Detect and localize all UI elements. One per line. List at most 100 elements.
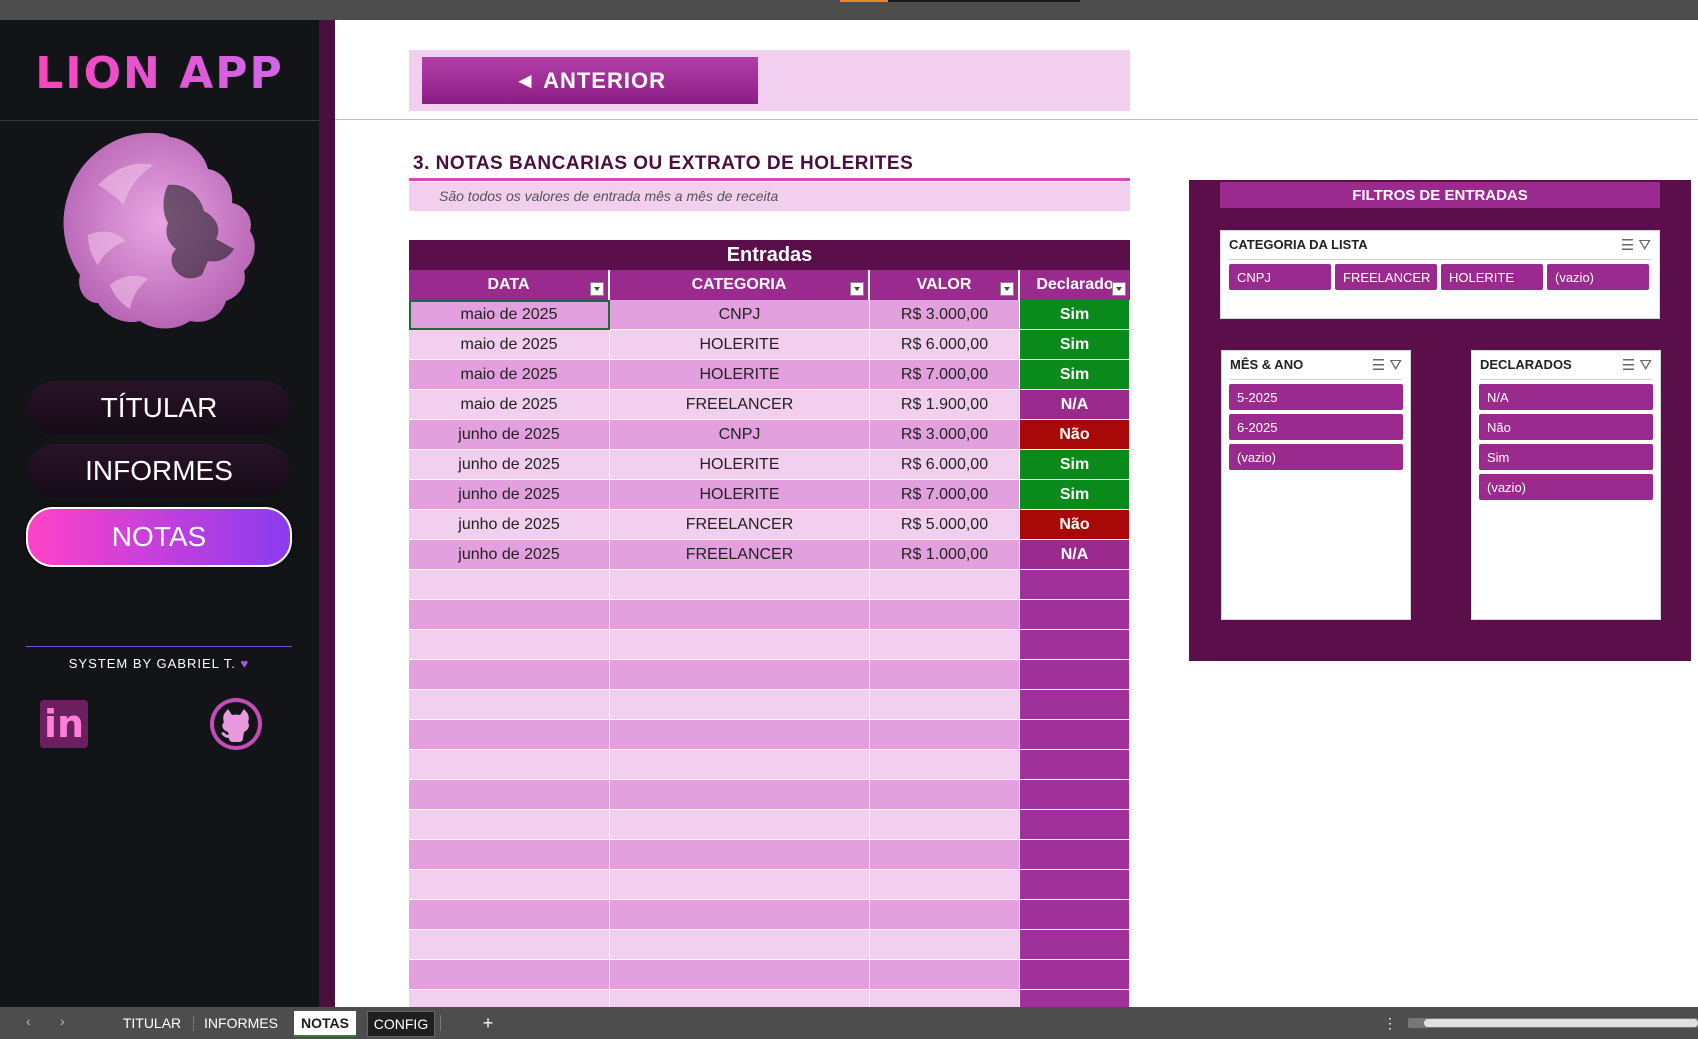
cell-valor[interactable]: R$ 7.000,00 bbox=[870, 480, 1020, 510]
cell-data[interactable] bbox=[409, 900, 610, 930]
cell-data[interactable]: junho de 2025 bbox=[409, 420, 610, 450]
multi-select-icon[interactable]: ☰ bbox=[1622, 357, 1635, 374]
slicer-item[interactable]: Sim bbox=[1479, 444, 1653, 470]
multi-select-icon[interactable]: ☰ bbox=[1372, 357, 1385, 374]
cell-valor[interactable] bbox=[870, 840, 1020, 870]
cell-categoria[interactable] bbox=[610, 720, 870, 750]
cell-declarado[interactable]: Sim bbox=[1020, 360, 1130, 390]
cell-declarado[interactable]: N/A bbox=[1020, 390, 1130, 420]
filter-dropdown-icon[interactable] bbox=[1112, 282, 1126, 296]
cell-categoria[interactable] bbox=[610, 750, 870, 780]
cell-data[interactable] bbox=[409, 720, 610, 750]
cell-data[interactable] bbox=[409, 840, 610, 870]
cell-declarado[interactable] bbox=[1020, 780, 1130, 810]
add-sheet-button[interactable]: + bbox=[478, 1011, 498, 1035]
cell-categoria[interactable] bbox=[610, 570, 870, 600]
tab-prev-arrow[interactable]: ‹ bbox=[26, 1013, 31, 1029]
cell-data[interactable]: maio de 2025 bbox=[409, 360, 610, 390]
cell-categoria[interactable] bbox=[610, 780, 870, 810]
slicer-item[interactable]: (vazio) bbox=[1229, 444, 1403, 470]
cell-categoria[interactable] bbox=[610, 810, 870, 840]
cell-declarado[interactable]: Sim bbox=[1020, 450, 1130, 480]
scrollbar-thumb[interactable] bbox=[1424, 1019, 1698, 1027]
cell-valor[interactable]: R$ 1.900,00 bbox=[870, 390, 1020, 420]
column-header-declarado[interactable]: Declarado bbox=[1020, 270, 1130, 300]
slicer-item[interactable]: FREELANCER bbox=[1335, 264, 1437, 290]
cell-declarado[interactable] bbox=[1020, 630, 1130, 660]
cell-data[interactable] bbox=[409, 960, 610, 990]
cell-data[interactable]: maio de 2025 bbox=[409, 330, 610, 360]
cell-categoria[interactable]: CNPJ bbox=[610, 300, 870, 330]
cell-valor[interactable] bbox=[870, 930, 1020, 960]
cell-valor[interactable] bbox=[870, 900, 1020, 930]
slicer-item[interactable]: Não bbox=[1479, 414, 1653, 440]
cell-declarado[interactable] bbox=[1020, 750, 1130, 780]
cell-valor[interactable] bbox=[870, 870, 1020, 900]
slicer-item[interactable]: 5-2025 bbox=[1229, 384, 1403, 410]
github-icon[interactable] bbox=[208, 696, 264, 752]
column-header-categoria[interactable]: CATEGORIA bbox=[610, 270, 870, 300]
cell-data[interactable]: maio de 2025 bbox=[409, 300, 610, 330]
cell-categoria[interactable] bbox=[610, 900, 870, 930]
cell-data[interactable] bbox=[409, 690, 610, 720]
cell-declarado[interactable]: N/A bbox=[1020, 540, 1130, 570]
cell-data[interactable] bbox=[409, 630, 610, 660]
cell-categoria[interactable]: CNPJ bbox=[610, 420, 870, 450]
linkedin-icon[interactable]: in bbox=[40, 700, 88, 748]
more-options-icon[interactable]: ⋮ bbox=[1380, 1011, 1400, 1035]
sheet-tab-informes[interactable]: INFORMES bbox=[202, 1011, 280, 1035]
cell-categoria[interactable] bbox=[610, 930, 870, 960]
clear-filter-icon[interactable]: ⛛ bbox=[1389, 357, 1402, 374]
cell-categoria[interactable]: FREELANCER bbox=[610, 540, 870, 570]
sheet-tab-config[interactable]: CONFIG bbox=[367, 1011, 435, 1037]
cell-data[interactable] bbox=[409, 750, 610, 780]
nav-titular-button[interactable]: TÍTULAR bbox=[28, 381, 290, 435]
cell-valor[interactable]: R$ 6.000,00 bbox=[870, 330, 1020, 360]
slicer-item[interactable]: (vazio) bbox=[1547, 264, 1649, 290]
cell-data[interactable]: junho de 2025 bbox=[409, 540, 610, 570]
cell-categoria[interactable] bbox=[610, 960, 870, 990]
cell-categoria[interactable] bbox=[610, 690, 870, 720]
cell-categoria[interactable] bbox=[610, 660, 870, 690]
cell-declarado[interactable]: Não bbox=[1020, 510, 1130, 540]
cell-valor[interactable]: R$ 3.000,00 bbox=[870, 420, 1020, 450]
cell-valor[interactable]: R$ 1.000,00 bbox=[870, 540, 1020, 570]
cell-valor[interactable] bbox=[870, 600, 1020, 630]
cell-data[interactable]: junho de 2025 bbox=[409, 450, 610, 480]
cell-valor[interactable]: R$ 6.000,00 bbox=[870, 450, 1020, 480]
cell-declarado[interactable]: Não bbox=[1020, 420, 1130, 450]
cell-categoria[interactable]: HOLERITE bbox=[610, 480, 870, 510]
cell-declarado[interactable]: Sim bbox=[1020, 330, 1130, 360]
filter-dropdown-icon[interactable] bbox=[850, 282, 864, 296]
cell-valor[interactable] bbox=[870, 720, 1020, 750]
cell-valor[interactable] bbox=[870, 960, 1020, 990]
cell-valor[interactable] bbox=[870, 690, 1020, 720]
cell-valor[interactable]: R$ 7.000,00 bbox=[870, 360, 1020, 390]
cell-valor[interactable] bbox=[870, 810, 1020, 840]
cell-declarado[interactable] bbox=[1020, 870, 1130, 900]
cell-data[interactable] bbox=[409, 810, 610, 840]
column-header-data[interactable]: DATA bbox=[409, 270, 610, 300]
cell-categoria[interactable] bbox=[610, 840, 870, 870]
cell-declarado[interactable] bbox=[1020, 600, 1130, 630]
clear-filter-icon[interactable]: ⛛ bbox=[1638, 237, 1651, 254]
multi-select-icon[interactable]: ☰ bbox=[1621, 237, 1634, 254]
filter-dropdown-icon[interactable] bbox=[1000, 282, 1014, 296]
cell-declarado[interactable] bbox=[1020, 900, 1130, 930]
cell-categoria[interactable]: FREELANCER bbox=[610, 390, 870, 420]
cell-data[interactable] bbox=[409, 660, 610, 690]
cell-categoria[interactable]: FREELANCER bbox=[610, 510, 870, 540]
cell-categoria[interactable]: HOLERITE bbox=[610, 330, 870, 360]
slicer-item[interactable]: (vazio) bbox=[1479, 474, 1653, 500]
cell-data[interactable] bbox=[409, 600, 610, 630]
cell-declarado[interactable] bbox=[1020, 930, 1130, 960]
column-header-valor[interactable]: VALOR bbox=[870, 270, 1020, 300]
cell-data[interactable] bbox=[409, 570, 610, 600]
cell-data[interactable]: junho de 2025 bbox=[409, 510, 610, 540]
nav-notas-button[interactable]: NOTAS bbox=[26, 507, 292, 567]
filter-dropdown-icon[interactable] bbox=[590, 282, 604, 296]
cell-declarado[interactable] bbox=[1020, 690, 1130, 720]
cell-valor[interactable]: R$ 5.000,00 bbox=[870, 510, 1020, 540]
cell-declarado[interactable]: Sim bbox=[1020, 480, 1130, 510]
cell-data[interactable]: maio de 2025 bbox=[409, 390, 610, 420]
